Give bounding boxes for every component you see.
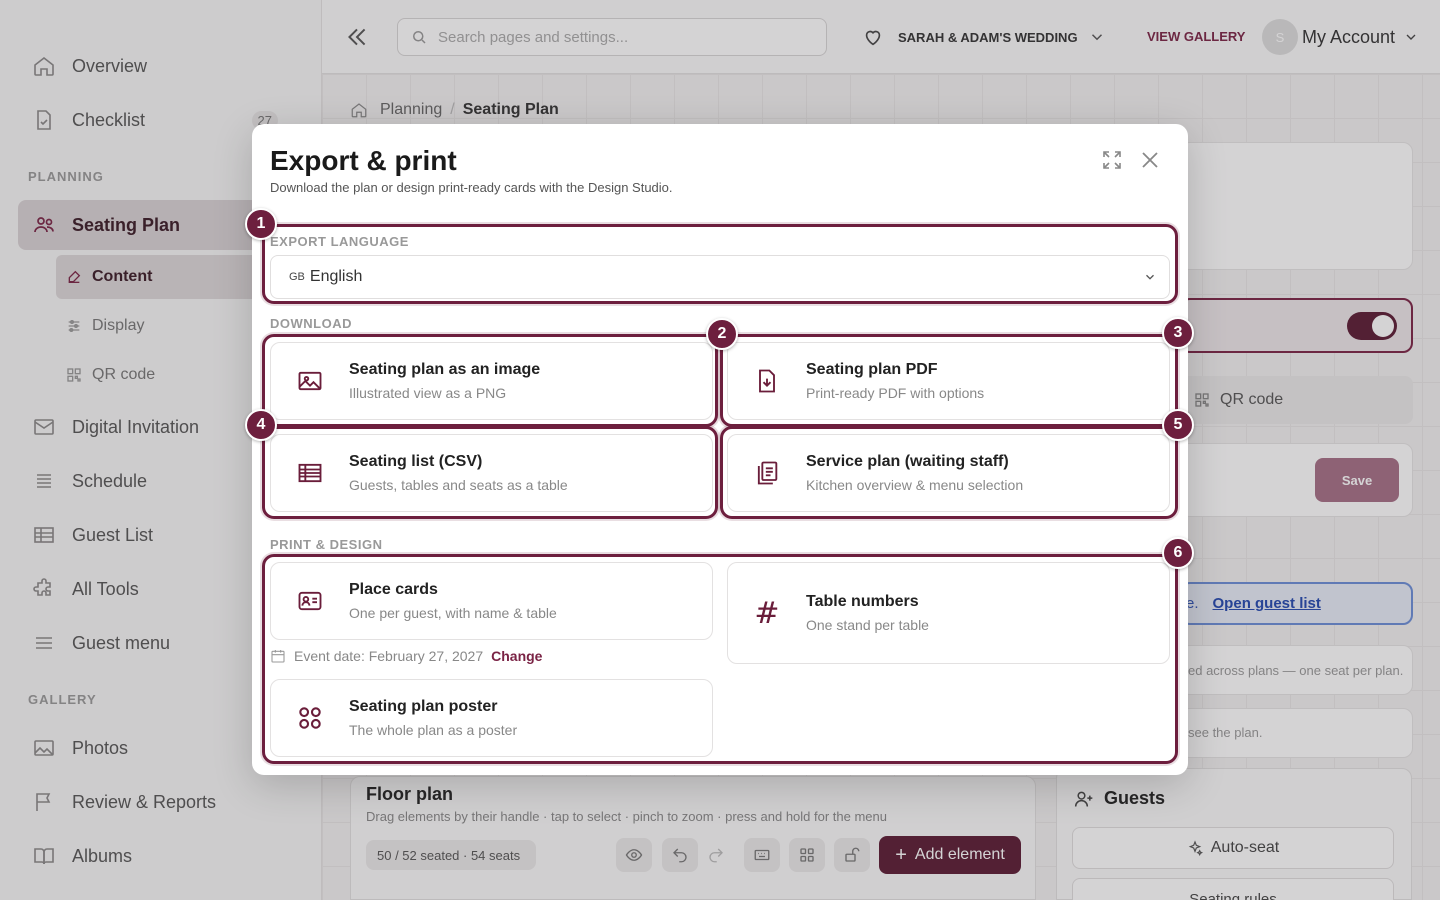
seating-poster-card[interactable]: Seating plan poster The whole plan as a … xyxy=(270,679,713,757)
option-text: Seating plan as an image Illustrated vie… xyxy=(349,361,540,401)
image-icon xyxy=(298,371,322,391)
option-title: Place cards xyxy=(349,581,438,598)
modal-subtitle: Download the plan or design print-ready … xyxy=(270,180,673,195)
modal-title: Export & print xyxy=(270,145,457,176)
option-title: Seating plan PDF xyxy=(806,361,938,378)
place-cards-card[interactable]: Place cards One per guest, with name & t… xyxy=(270,562,713,640)
close-icon[interactable] xyxy=(1138,148,1162,172)
option-desc: One per guest, with name & table xyxy=(349,605,557,621)
export-language-select[interactable]: GB English xyxy=(270,255,1170,299)
step-badge-1: 1 xyxy=(245,208,277,240)
download-label: DOWNLOAD xyxy=(270,316,352,331)
print-design-label: PRINT & DESIGN xyxy=(270,537,383,552)
option-desc: Print-ready PDF with options xyxy=(806,385,985,401)
export-print-modal: Export & print Download the plan or desi… xyxy=(245,124,1194,775)
option-text: Seating plan poster The whole plan as a … xyxy=(349,698,517,738)
option-text: Seating list (CSV) Guests, tables and se… xyxy=(349,453,568,493)
clipboard-list-icon xyxy=(757,461,778,485)
change-date-link[interactable]: Change xyxy=(491,648,542,664)
option-text: Service plan (waiting staff) Kitchen ove… xyxy=(806,453,1023,493)
option-title: Seating plan poster xyxy=(349,698,498,715)
language-value: English xyxy=(309,268,363,285)
step-badge-3: 3 xyxy=(1162,317,1194,349)
event-date-text: Event date: February 27, 2027 xyxy=(294,648,484,664)
step-badge-6: 6 xyxy=(1162,537,1194,569)
step-badge-2: 2 xyxy=(706,318,738,350)
maximize-icon[interactable] xyxy=(1100,148,1124,172)
hash-icon: # xyxy=(754,595,780,631)
step-badge-4: 4 xyxy=(245,409,277,441)
file-download-icon xyxy=(759,369,775,393)
option-title: Seating list (CSV) xyxy=(349,453,483,470)
export-language-label: EXPORT LANGUAGE xyxy=(270,234,409,249)
option-title: Service plan (waiting staff) xyxy=(806,453,1009,470)
option-text: Place cards One per guest, with name & t… xyxy=(349,581,557,621)
option-desc: Illustrated view as a PNG xyxy=(349,385,507,401)
download-image-card[interactable]: Seating plan as an image Illustrated vie… xyxy=(270,342,713,420)
option-desc: One stand per table xyxy=(806,617,929,633)
download-service-plan-card[interactable]: Service plan (waiting staff) Kitchen ove… xyxy=(727,434,1170,512)
download-csv-card[interactable]: Seating list (CSV) Guests, tables and se… xyxy=(270,434,713,512)
download-pdf-card[interactable]: Seating plan PDF Print-ready PDF with op… xyxy=(727,342,1170,420)
option-desc: Guests, tables and seats as a table xyxy=(349,477,568,493)
option-title: Table numbers xyxy=(806,593,919,610)
option-text: Table numbers One stand per table xyxy=(806,593,929,633)
chevron-down-icon xyxy=(1146,274,1154,280)
id-card-icon xyxy=(298,591,322,611)
option-desc: Kitchen overview & menu selection xyxy=(806,477,1024,493)
grid-circles-icon xyxy=(299,707,321,729)
step-badge-5: 5 xyxy=(1162,409,1194,441)
event-date-row: Event date: February 27, 2027 Change xyxy=(270,648,542,664)
table-numbers-card[interactable]: # Table numbers One stand per table xyxy=(727,562,1170,664)
option-title: Seating plan as an image xyxy=(349,361,541,378)
flag-gb: GB xyxy=(289,271,305,283)
calendar-icon xyxy=(271,650,285,663)
option-text: Seating plan PDF Print-ready PDF with op… xyxy=(806,361,984,401)
table-icon xyxy=(298,463,322,483)
option-desc: The whole plan as a poster xyxy=(349,722,518,738)
